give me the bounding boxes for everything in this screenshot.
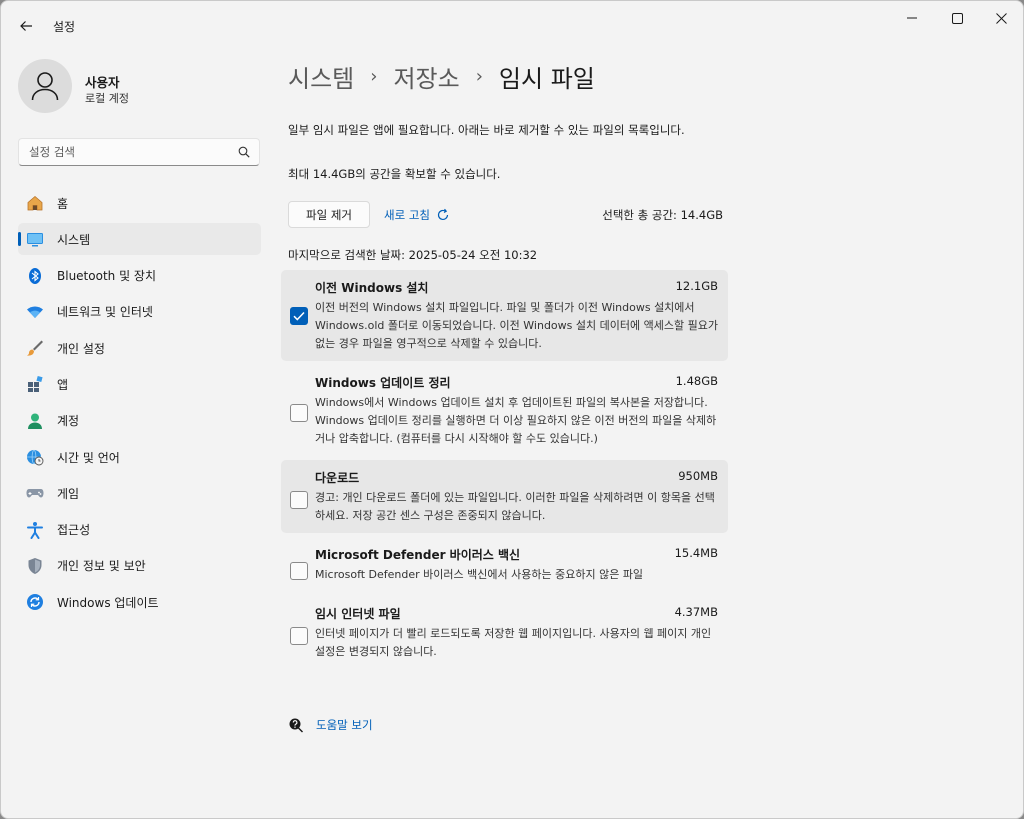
refresh-icon	[437, 208, 449, 221]
item-name: 임시 인터넷 파일	[315, 607, 401, 621]
item-checkbox[interactable]	[290, 404, 308, 422]
sidebar-item-system[interactable]: 시스템	[18, 223, 261, 256]
minimize-icon	[907, 17, 917, 19]
brush-icon	[26, 339, 44, 357]
user-account-type: 로컬 계정	[85, 92, 129, 105]
sidebar-item-label: 시간 및 언어	[57, 450, 120, 465]
chevron-right-icon: ›	[475, 66, 483, 87]
page-description: 일부 임시 파일은 앱에 필요합니다. 아래는 바로 제거할 수 있는 파일의 …	[288, 123, 685, 137]
sidebar-item-label: 시스템	[57, 232, 91, 247]
help-label: 도움말 보기	[316, 718, 373, 732]
sidebar-item-windows-update[interactable]: Windows 업데이트	[18, 586, 261, 618]
sidebar-item-label: 게임	[57, 486, 80, 501]
list-item[interactable]: 다운로드 950MB 경고: 개인 다운로드 폴더에 있는 파일입니다. 이러한…	[281, 460, 728, 533]
accessibility-icon	[26, 521, 44, 539]
item-description: 인터넷 페이지가 더 빨리 로드되도록 저장한 웹 페이지입니다. 사용자의 웹…	[315, 627, 712, 658]
page-title: 임시 파일	[498, 65, 595, 93]
item-checkbox[interactable]	[290, 562, 308, 580]
sidebar-item-time-language[interactable]: 시간 및 언어	[18, 441, 261, 473]
back-button[interactable]	[13, 13, 39, 39]
close-button[interactable]	[978, 1, 1023, 35]
temp-file-list: 이전 Windows 설치 12.1GB 이전 버전의 Windows 설치 파…	[281, 270, 728, 673]
apps-icon	[26, 375, 44, 393]
home-icon	[26, 194, 44, 212]
sidebar-item-apps[interactable]: 앱	[18, 368, 261, 400]
sidebar-item-accessibility[interactable]: 접근성	[18, 514, 261, 546]
sidebar-nav: 홈 시스템 Bluetooth 및 장치 네트워크 및 인터넷 개인 설정 앱 …	[18, 187, 261, 623]
sidebar-item-label: 앱	[57, 377, 69, 392]
item-checkbox[interactable]	[290, 491, 308, 509]
settings-window: 설정 사용자 로컬 계정 홈	[0, 0, 1024, 819]
item-size: 12.1GB	[675, 279, 718, 293]
list-item[interactable]: 이전 Windows 설치 12.1GB 이전 버전의 Windows 설치 파…	[281, 270, 728, 361]
gamepad-icon	[26, 484, 44, 502]
item-size: 4.37MB	[674, 605, 718, 619]
help-icon	[289, 718, 303, 733]
update-icon	[26, 593, 44, 611]
wifi-icon	[26, 303, 44, 321]
app-title: 설정	[53, 20, 76, 34]
item-name: 이전 Windows 설치	[315, 281, 429, 295]
sidebar-item-label: 계정	[57, 414, 80, 429]
sidebar-item-accounts[interactable]: 계정	[18, 405, 261, 437]
remove-files-button[interactable]: 파일 제거	[288, 201, 370, 228]
sidebar-item-label: Windows 업데이트	[57, 595, 159, 610]
sidebar-item-label: 접근성	[57, 523, 91, 538]
checkmark-icon	[293, 311, 305, 321]
item-checkbox[interactable]	[290, 307, 308, 325]
sidebar-item-label: Bluetooth 및 장치	[57, 269, 157, 284]
sidebar-item-label: 개인 설정	[57, 341, 105, 356]
breadcrumb-storage[interactable]: 저장소	[393, 59, 459, 94]
breadcrumb: 시스템 › 저장소 › 임시 파일	[288, 59, 595, 94]
max-space-text: 최대 14.4GB의 공간을 확보할 수 있습니다.	[288, 167, 501, 181]
maximize-icon	[951, 12, 963, 24]
search-box	[18, 138, 260, 166]
sidebar-item-home[interactable]: 홈	[18, 187, 261, 219]
sidebar-item-bluetooth[interactable]: Bluetooth 및 장치	[18, 260, 261, 292]
sidebar-item-gaming[interactable]: 게임	[18, 477, 261, 509]
refresh-label: 새로 고침	[384, 208, 430, 222]
account-icon	[26, 412, 44, 430]
breadcrumb-system[interactable]: 시스템	[288, 59, 354, 94]
title-bar: 설정	[1, 1, 1023, 49]
item-size: 15.4MB	[674, 546, 718, 560]
list-item[interactable]: 임시 인터넷 파일 4.37MB 인터넷 페이지가 더 빨리 로드되도록 저장한…	[281, 596, 728, 669]
item-name: Windows 업데이트 정리	[315, 376, 451, 390]
close-icon	[995, 12, 1007, 24]
chevron-right-icon: ›	[370, 66, 378, 87]
item-description: Windows에서 Windows 업데이트 설치 후 업데이트된 파일의 복사…	[315, 396, 717, 445]
system-icon	[26, 230, 44, 248]
list-item[interactable]: Microsoft Defender 바이러스 백신 15.4MB Micros…	[281, 537, 728, 592]
minimize-button[interactable]	[889, 1, 935, 35]
item-size: 950MB	[678, 469, 718, 483]
globe-clock-icon	[26, 448, 44, 466]
refresh-link[interactable]: 새로 고침	[384, 207, 450, 223]
selected-total-space: 선택한 총 공간: 14.4GB	[602, 208, 723, 222]
item-name: Microsoft Defender 바이러스 백신	[315, 548, 521, 562]
last-scan-date: 마지막으로 검색한 날짜: 2025-05-24 오전 10:32	[288, 248, 538, 262]
sidebar-item-personalization[interactable]: 개인 설정	[18, 332, 261, 364]
sidebar-item-label: 네트워크 및 인터넷	[57, 305, 153, 320]
bluetooth-icon	[26, 267, 44, 285]
sidebar-item-label: 개인 정보 및 보안	[57, 559, 146, 574]
person-icon	[31, 72, 59, 101]
shield-icon	[26, 557, 44, 575]
item-description: Microsoft Defender 바이러스 백신에서 사용하는 중요하지 않…	[315, 568, 644, 581]
search-icon[interactable]	[238, 146, 250, 158]
sidebar-item-privacy[interactable]: 개인 정보 및 보안	[18, 550, 261, 582]
item-name: 다운로드	[315, 471, 360, 485]
item-checkbox[interactable]	[290, 627, 308, 645]
item-description: 경고: 개인 다운로드 폴더에 있는 파일입니다. 이러한 파일을 삭제하려면 …	[315, 491, 715, 522]
avatar[interactable]	[18, 59, 72, 113]
help-link[interactable]: 도움말 보기	[288, 717, 373, 733]
list-item[interactable]: Windows 업데이트 정리 1.48GB Windows에서 Windows…	[281, 365, 728, 456]
maximize-button[interactable]	[934, 1, 980, 35]
item-size: 1.48GB	[675, 374, 718, 388]
item-description: 이전 버전의 Windows 설치 파일입니다. 파일 및 폴더가 이전 Win…	[315, 301, 718, 350]
search-input[interactable]	[19, 139, 229, 165]
sidebar-item-label: 홈	[57, 196, 69, 211]
arrow-left-icon	[20, 21, 32, 31]
user-name: 사용자	[85, 75, 120, 90]
sidebar-item-network[interactable]: 네트워크 및 인터넷	[18, 296, 261, 328]
